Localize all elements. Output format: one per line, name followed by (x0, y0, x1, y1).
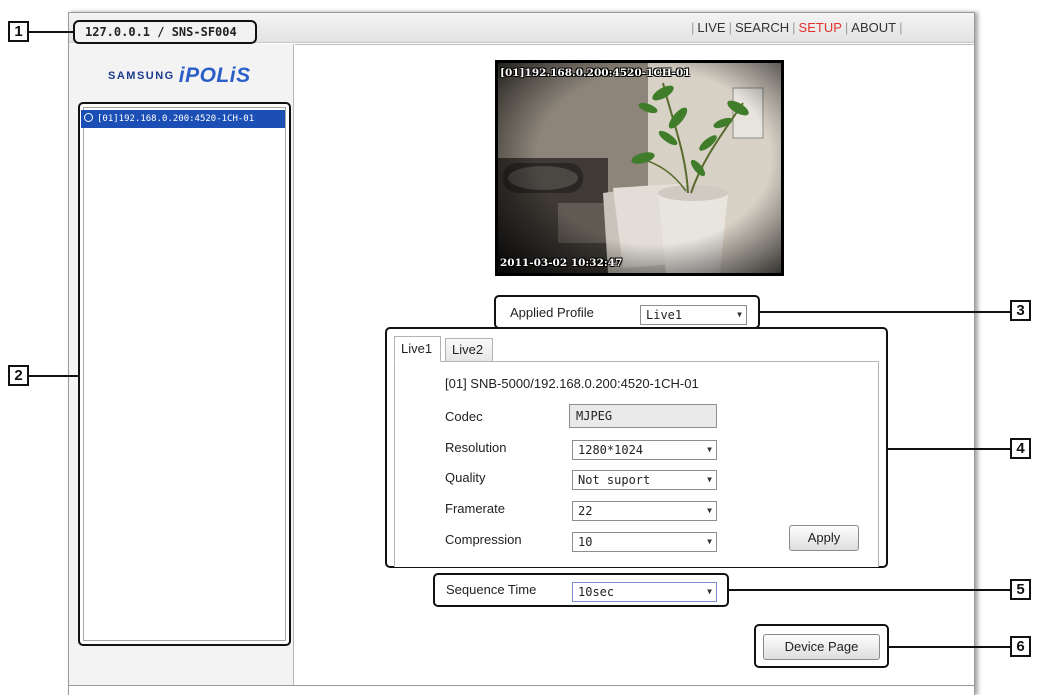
framerate-select[interactable]: 22 ▼ (572, 501, 717, 521)
device-page-button[interactable]: Device Page (763, 634, 880, 660)
resolution-label: Resolution (445, 440, 507, 455)
quality-select[interactable]: Not suport ▼ (572, 470, 717, 490)
codec-label: Codec (445, 409, 483, 424)
sequence-time-group: Sequence Time 10sec ▼ (433, 573, 729, 607)
camera-image (498, 63, 781, 273)
chevron-down-icon: ▼ (737, 310, 742, 319)
sequence-time-label: Sequence Time (446, 582, 537, 597)
device-page-group: Device Page (754, 624, 889, 668)
chevron-down-icon: ▼ (707, 445, 712, 454)
callout-line-5 (729, 589, 1010, 591)
callout-line-6 (889, 646, 1010, 648)
callout-4: 4 (1010, 438, 1031, 459)
logo-product: iPOLiS (178, 64, 251, 87)
framerate-label: Framerate (445, 501, 505, 516)
callout-line-2 (29, 375, 79, 377)
nav-live[interactable]: LIVE (697, 20, 725, 35)
device-tree-item[interactable]: [01]192.168.0.200:4520-1CH-01 (81, 110, 285, 128)
main-nav: | LIVE | SEARCH | SETUP | ABOUT | (688, 19, 905, 37)
tab-live1[interactable]: Live1 (394, 336, 441, 362)
nav-setup[interactable]: SETUP (799, 20, 842, 35)
logo-brand: SAMSUNG (108, 70, 175, 82)
callout-6: 6 (1010, 636, 1031, 657)
applied-profile-group: Applied Profile Live1 ▼ (494, 295, 760, 329)
callout-line-3 (760, 311, 1010, 313)
quality-value: Not suport (578, 473, 651, 487)
nav-about[interactable]: ABOUT (851, 20, 896, 35)
callout-line-1 (29, 31, 75, 33)
osd-camera-label: [01]192.168.0.200:4520-1CH-01 (500, 67, 691, 79)
logo: SAMSUNG iPOLiS (108, 64, 251, 88)
nav-separator: | (728, 20, 732, 35)
chevron-down-icon: ▼ (707, 506, 712, 515)
resolution-value: 1280*1024 (578, 443, 644, 457)
compression-value: 10 (578, 535, 593, 549)
callout-5: 5 (1010, 579, 1031, 600)
sequence-time-value: 10sec (578, 585, 615, 599)
chevron-down-icon: ▼ (707, 475, 712, 484)
osd-timestamp: 2011-03-02 10:32:47 (500, 257, 623, 269)
bottom-bar (69, 685, 974, 695)
device-tree-item-label: [01]192.168.0.200:4520-1CH-01 (97, 114, 255, 124)
callout-1: 1 (8, 21, 29, 42)
compression-label: Compression (445, 532, 522, 547)
nav-separator: | (691, 20, 695, 35)
nav-separator: | (899, 20, 903, 35)
callout-2: 2 (8, 365, 29, 386)
sequence-time-select[interactable]: 10sec ▼ (572, 582, 717, 602)
chevron-down-icon: ▼ (707, 587, 712, 596)
apply-button[interactable]: Apply (789, 525, 859, 551)
video-preview: [01]192.168.0.200:4520-1CH-01 2011-03-02… (495, 60, 784, 276)
nav-separator: | (844, 20, 849, 35)
address-label: 127.0.0.1 / SNS-SF004 (73, 20, 257, 44)
callout-line-4 (888, 448, 1010, 450)
callout-3: 3 (1010, 300, 1031, 321)
applied-profile-select[interactable]: Live1 ▼ (640, 305, 747, 325)
framerate-value: 22 (578, 504, 593, 518)
device-tree (78, 102, 291, 646)
compression-select[interactable]: 10 ▼ (572, 532, 717, 552)
nav-separator: | (792, 20, 796, 35)
quality-label: Quality (445, 470, 486, 485)
camera-icon (84, 113, 93, 122)
codec-field: MJPEG (569, 404, 717, 428)
chevron-down-icon: ▼ (707, 537, 712, 546)
resolution-select[interactable]: 1280*1024 ▼ (572, 440, 717, 460)
nav-search[interactable]: SEARCH (735, 20, 789, 35)
device-line: [01] SNB-5000/192.168.0.200:4520-1CH-01 (445, 376, 699, 391)
applied-profile-value: Live1 (646, 308, 683, 322)
tab-live2[interactable]: Live2 (445, 338, 493, 362)
applied-profile-label: Applied Profile (510, 305, 594, 320)
